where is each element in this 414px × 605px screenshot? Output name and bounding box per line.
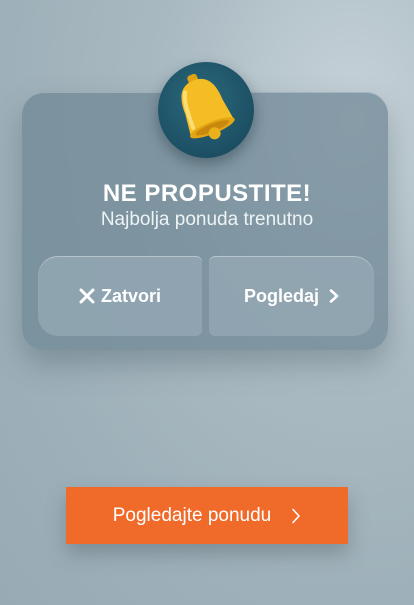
- view-button-label: Pogledaj: [243, 285, 319, 306]
- popup-subtitle: Najbolja ponuda trenutno: [100, 209, 314, 230]
- bell-icon: [181, 73, 235, 140]
- close-button[interactable]: Zatvori: [38, 256, 202, 336]
- view-offer-label: Pogledajte ponudu: [112, 504, 272, 526]
- popup-title: NE PROPUSTITE!: [102, 180, 312, 207]
- close-button-label: Zatvori: [100, 285, 161, 306]
- chevron-right-icon: [291, 508, 301, 524]
- bell-badge: [158, 62, 254, 158]
- view-button[interactable]: Pogledaj: [209, 256, 374, 336]
- chevron-right-icon: [329, 289, 339, 303]
- view-offer-button[interactable]: Pogledajte ponudu: [66, 487, 348, 544]
- close-icon: [79, 288, 95, 304]
